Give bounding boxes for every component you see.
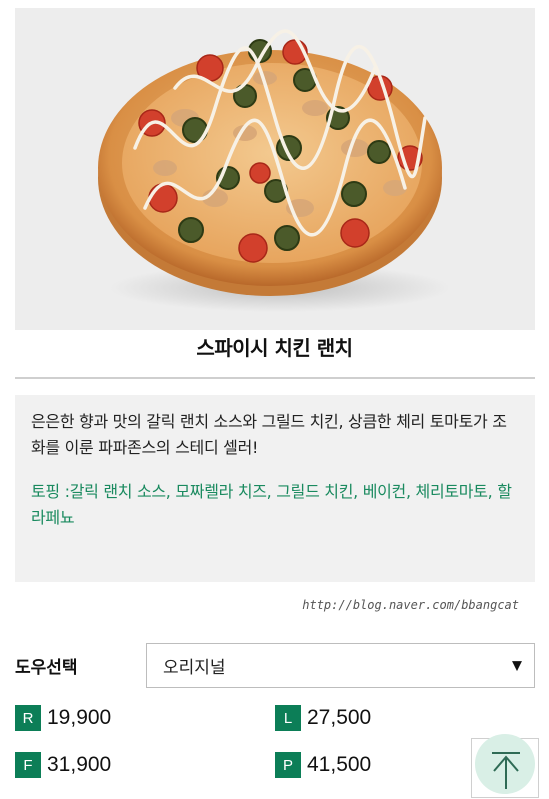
scroll-to-top-button[interactable]	[471, 734, 539, 798]
product-title: 스파이시 치킨 랜치	[196, 336, 353, 360]
product-image	[15, 8, 535, 330]
size-badge-p: P	[275, 752, 301, 778]
topping-list: 토핑 :갈릭 랜치 소스, 모짜렐라 치즈, 그릴드 치킨, 베이컨, 체리토마…	[31, 482, 512, 527]
size-badge-l: L	[275, 705, 301, 731]
size-badge-r: R	[15, 705, 41, 731]
arrow-up-icon	[492, 752, 520, 789]
price-p: P 41,500	[275, 752, 371, 778]
description-box: 은은한 향과 맛의 갈릭 랜치 소스와 그릴드 치킨, 상큼한 체리 토마토가 …	[15, 395, 535, 582]
product-description: 은은한 향과 맛의 갈릭 랜치 소스와 그릴드 치킨, 상큼한 체리 토마토가 …	[31, 412, 507, 457]
dough-label: 도우선택	[15, 658, 78, 678]
price-r: R 19,900	[15, 705, 111, 731]
pizza-image	[98, 29, 450, 312]
price-amount-f: 31,900	[47, 753, 112, 776]
dough-select[interactable]: 오리지널 ▼	[146, 643, 535, 688]
watermark: http://blog.naver.com/bbangcat	[302, 598, 519, 612]
price-amount-l: 27,500	[307, 706, 372, 729]
price-amount-p: 41,500	[307, 753, 372, 776]
divider	[15, 377, 535, 379]
size-badge-f: F	[15, 752, 41, 778]
price-l: L 27,500	[275, 705, 371, 731]
price-f: F 31,900	[15, 752, 111, 778]
dropdown-arrow-icon: ▼	[512, 658, 522, 673]
price-amount-r: 19,900	[47, 706, 112, 729]
dough-selected-value: 오리지널	[163, 658, 226, 678]
